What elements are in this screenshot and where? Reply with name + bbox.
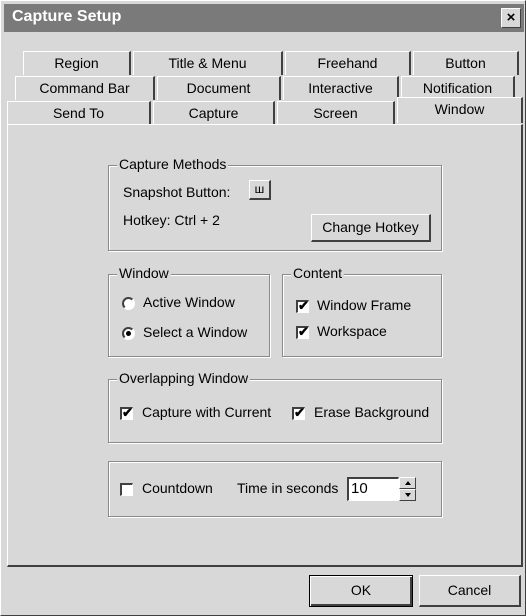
time-in-seconds-label: Time in seconds [237,480,339,496]
close-button[interactable]: × [501,8,521,28]
tab-screen[interactable]: Screen [277,101,395,125]
spin-down-button[interactable] [399,489,416,501]
tab-button[interactable]: Button [413,51,519,75]
tab-freehand[interactable]: Freehand [285,51,411,75]
arrow-down-icon [405,493,411,497]
countdown-seconds-input[interactable]: 10 [347,477,399,501]
capture-methods-group: Capture Methods Snapshot Button: ш Hotke… [108,156,442,251]
content-group: Content ✔ Window Frame ✔ Workspace [282,265,442,357]
window-title: Capture Setup [12,8,122,25]
tab-capture[interactable]: Capture [153,101,275,125]
tab-panel-window: Capture Methods Snapshot Button: ш Hotke… [7,124,523,567]
snapshot-icon: ш [254,182,265,196]
content-legend: Content [291,265,345,281]
active-window-label[interactable]: Active Window [143,294,235,310]
check-icon: ✔ [298,298,309,313]
close-icon: × [506,9,516,26]
active-window-radio[interactable] [122,297,135,310]
capture-setup-dialog: Capture Setup × Region Title & Menu Free… [0,0,526,616]
select-window-radio[interactable] [122,327,135,340]
check-icon: ✔ [122,405,133,420]
tab-command-bar[interactable]: Command Bar [15,76,155,100]
window-group: Window Active Window Select a Window [108,265,270,357]
tab-send-to[interactable]: Send To [7,101,151,125]
tab-title-menu[interactable]: Title & Menu [133,51,283,75]
cancel-button[interactable]: Cancel [419,575,521,607]
overlapping-window-group: Overlapping Window ✔ Capture with Curren… [108,370,442,443]
countdown-group: Countdown Time in seconds 10 [108,461,442,517]
check-icon: ✔ [294,405,305,420]
capture-with-current-checkbox[interactable]: ✔ [120,405,133,420]
workspace-label[interactable]: Workspace [317,323,387,339]
window-legend: Window [117,265,171,281]
erase-background-checkbox[interactable]: ✔ [292,405,305,420]
radio-selected-dot [126,331,131,336]
capture-methods-legend: Capture Methods [117,156,229,172]
tab-region[interactable]: Region [23,51,131,75]
erase-background-label[interactable]: Erase Background [314,404,429,420]
title-bar[interactable]: Capture Setup × [4,4,524,32]
overlapping-window-legend: Overlapping Window [117,370,251,386]
window-frame-label[interactable]: Window Frame [317,297,411,313]
workspace-checkbox[interactable]: ✔ [296,324,309,339]
snapshot-button-label: Snapshot Button: [123,184,231,200]
tab-window[interactable]: Window [397,97,523,123]
change-hotkey-button[interactable]: Change Hotkey [311,214,431,242]
select-window-label[interactable]: Select a Window [143,324,247,340]
hotkey-label: Hotkey: Ctrl + 2 [123,212,220,228]
spin-up-button[interactable] [399,477,416,489]
countdown-label[interactable]: Countdown [142,480,213,496]
arrow-up-icon [405,481,411,485]
countdown-spinner [399,477,416,501]
tab-interactive[interactable]: Interactive [283,76,399,100]
window-frame-checkbox[interactable]: ✔ [296,298,309,313]
capture-with-current-label[interactable]: Capture with Current [142,404,271,420]
snapshot-button[interactable]: ш [249,180,271,200]
check-icon: ✔ [298,324,309,339]
ok-button[interactable]: OK [309,575,413,607]
tab-document[interactable]: Document [157,76,281,100]
countdown-checkbox[interactable] [120,483,133,496]
